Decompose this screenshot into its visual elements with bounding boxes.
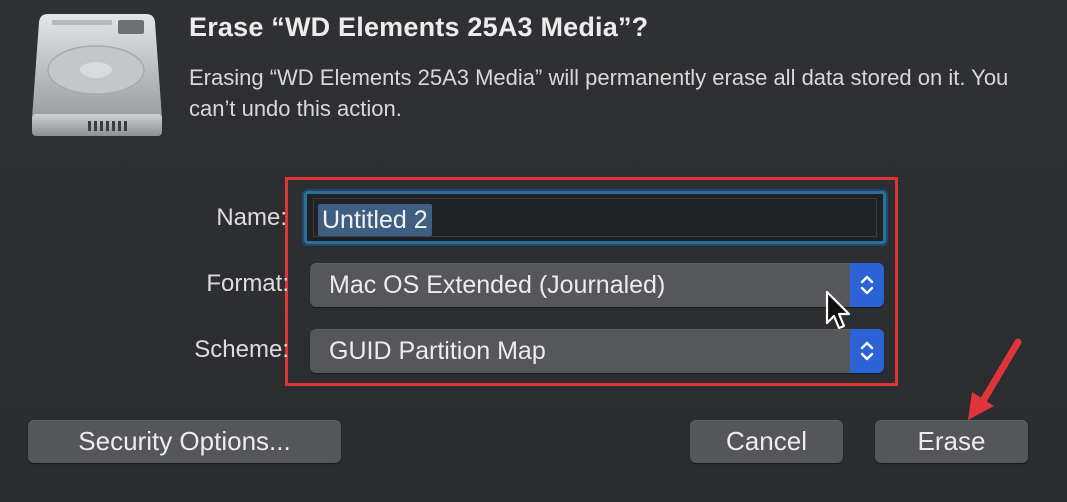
mouse-pointer-icon [824, 290, 856, 334]
external-drive-icon [30, 8, 164, 140]
name-input-value[interactable]: Untitled 2 [318, 204, 432, 236]
name-input[interactable]: Untitled 2 [304, 191, 886, 244]
cancel-button[interactable]: Cancel [690, 420, 843, 463]
dialog-title: Erase “WD Elements 25A3 Media”? [189, 12, 649, 42]
red-arrow-annotation-icon [958, 336, 1028, 426]
format-popup[interactable]: Mac OS Extended (Journaled) [310, 263, 884, 307]
name-label: Name: [216, 204, 287, 231]
erase-dialog: Erase “WD Elements 25A3 Media”? Erasing … [0, 0, 1067, 502]
up-down-chevron-icon[interactable] [850, 329, 884, 373]
scheme-popup-value: GUID Partition Map [329, 337, 546, 365]
scheme-label: Scheme: [194, 336, 289, 363]
format-popup-value: Mac OS Extended (Journaled) [329, 271, 666, 299]
dialog-message: Erasing “WD Elements 25A3 Media” will pe… [189, 65, 1009, 121]
erase-button[interactable]: Erase [875, 420, 1028, 463]
format-label: Format: [206, 270, 289, 297]
security-options-button[interactable]: Security Options... [28, 420, 341, 463]
scheme-popup[interactable]: GUID Partition Map [310, 329, 884, 373]
